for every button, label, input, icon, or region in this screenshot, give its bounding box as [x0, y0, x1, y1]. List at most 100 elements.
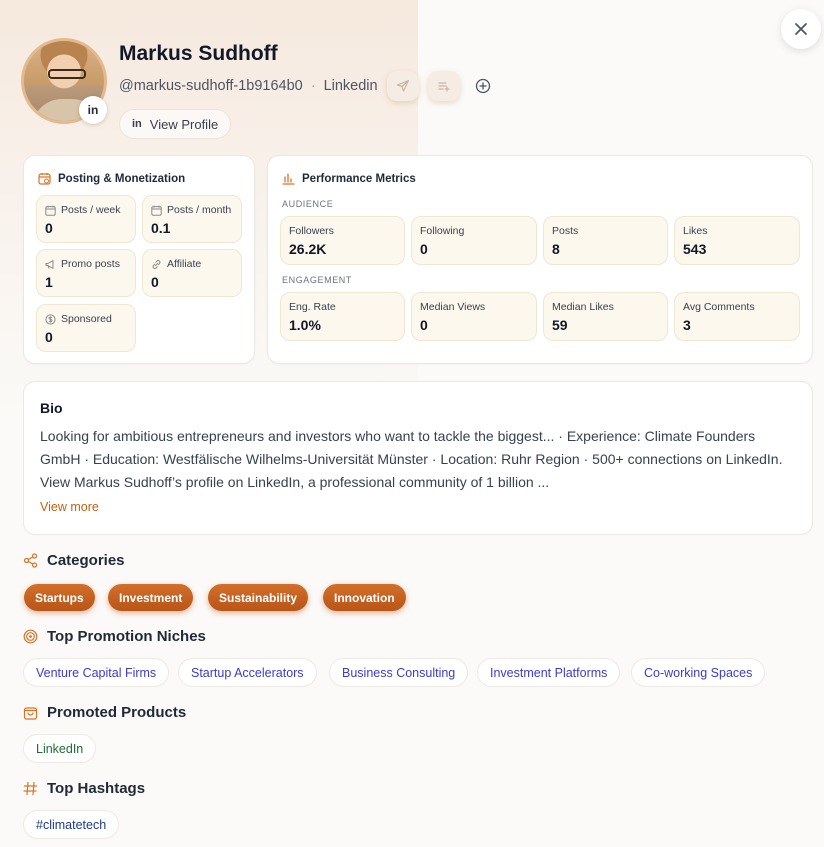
product-chip[interactable]: LinkedIn: [23, 734, 97, 763]
metric-value: 0.1: [151, 220, 171, 236]
metric-value: 1.0%: [289, 317, 321, 333]
metric-label: Median Likes: [552, 301, 614, 313]
metric-value: 0: [45, 329, 53, 345]
linkedin-icon: in: [132, 118, 142, 130]
posting-title: Posting & Monetization: [38, 172, 185, 185]
bio-text: Looking for ambitious entrepreneurs and …: [40, 428, 783, 490]
metric-value: 0: [45, 220, 53, 236]
niche-chip[interactable]: Startup Accelerators: [178, 658, 317, 687]
target-icon: [23, 629, 38, 644]
metric-label: Likes: [683, 225, 708, 237]
metric-label-text: Posts / week: [61, 204, 121, 216]
engagement-label: ENGAGEMENT: [282, 275, 353, 285]
audience-label: AUDIENCE: [282, 199, 334, 209]
separator: ·: [310, 78, 316, 94]
category-chip[interactable]: Innovation: [323, 584, 406, 611]
view-profile-label: View Profile: [149, 116, 219, 132]
linkedin-badge-icon: in: [79, 96, 107, 124]
metric-posts-month: Posts / month 0.1: [142, 195, 242, 243]
metric-label-text: Posts / month: [167, 204, 232, 216]
metric-label: Promo posts: [45, 258, 127, 270]
dollar-icon: [45, 313, 56, 325]
hashtag-chip[interactable]: #climatetech: [23, 810, 120, 839]
categories-heading: Categories: [23, 552, 125, 569]
metric-value: 0: [420, 241, 428, 257]
metric-value: 8: [552, 241, 560, 257]
metric-label-text: Promo posts: [61, 258, 120, 270]
niche-chip[interactable]: Business Consulting: [329, 658, 469, 687]
metric-promo-posts: Promo posts 1: [36, 249, 136, 297]
metric-value: 26.2K: [289, 241, 327, 257]
posting-monetization-card: Posting & Monetization Posts / week 0 Po…: [23, 155, 255, 364]
category-chip[interactable]: Investment: [108, 584, 194, 611]
category-chip[interactable]: Startups: [24, 584, 95, 611]
metric-avg-comments: Avg Comments 3: [674, 292, 800, 341]
metric-following: Following 0: [411, 216, 537, 265]
metric-label: Sponsored: [45, 313, 127, 325]
niche-chip[interactable]: Co-working Spaces: [631, 658, 766, 687]
metric-likes: Likes 543: [674, 216, 800, 265]
send-icon: [396, 79, 409, 92]
view-profile-button[interactable]: in View Profile: [119, 109, 232, 139]
share-nodes-icon: [23, 553, 38, 568]
hash-icon: [23, 781, 38, 796]
send-message-button[interactable]: [386, 71, 419, 101]
metric-sponsored: Sponsored 0: [36, 304, 136, 352]
products-heading: Promoted Products: [23, 704, 186, 721]
link-icon: [152, 259, 161, 269]
metric-label: Posts: [552, 225, 579, 237]
niche-chip[interactable]: Venture Capital Firms: [23, 658, 170, 687]
metric-affiliate: Affiliate 0: [142, 249, 242, 297]
bar-chart-icon: [282, 173, 295, 185]
niche-chip[interactable]: Investment Platforms: [477, 658, 621, 687]
metric-value: 3: [683, 317, 691, 333]
performance-title-text: Performance Metrics: [302, 172, 416, 185]
performance-metrics-card: Performance Metrics AUDIENCE Followers 2…: [267, 155, 813, 364]
categories-title: Categories: [47, 552, 125, 569]
hashtags-title: Top Hashtags: [47, 780, 146, 797]
metric-value: 1: [45, 274, 53, 290]
metric-value: 543: [683, 241, 707, 257]
metric-posts: Posts 8: [543, 216, 668, 265]
metric-label: Posts / week: [45, 204, 127, 216]
posting-title-text: Posting & Monetization: [58, 172, 186, 185]
metric-label: Following: [420, 225, 465, 237]
metric-label-text: Sponsored: [61, 313, 112, 325]
view-more-link[interactable]: View more: [40, 500, 99, 514]
plus-circle-icon: [475, 78, 490, 94]
metric-value: 0: [420, 317, 428, 333]
hashtags-heading: Top Hashtags: [23, 780, 145, 797]
metric-followers: Followers 26.2K: [280, 216, 405, 265]
metric-label-text: Affiliate: [167, 258, 202, 270]
calendar-icon: [151, 205, 162, 216]
metric-label: Median Views: [420, 301, 486, 313]
category-chip[interactable]: Sustainability: [208, 584, 309, 611]
add-to-list-button[interactable]: [427, 71, 460, 101]
metric-label: Posts / month: [151, 204, 233, 216]
profile-header: in Markus Sudhoff @markus-sudhoff-1b9164…: [21, 38, 824, 139]
shopping-bag-icon: [23, 707, 38, 720]
megaphone-icon: [45, 259, 54, 269]
metric-posts-week: Posts / week 0: [36, 195, 136, 243]
profile-handle: @markus-sudhoff-1b9164b0: [119, 78, 303, 94]
metric-label: Eng. Rate: [289, 301, 336, 313]
calendar-icon: [45, 205, 56, 216]
list-add-icon: [437, 82, 450, 92]
metric-label: Affiliate: [151, 258, 233, 270]
metric-value: 59: [552, 317, 568, 333]
metric-eng-rate: Eng. Rate 1.0%: [280, 292, 405, 341]
metric-median-views: Median Views 0: [411, 292, 537, 341]
metric-value: 0: [151, 274, 159, 290]
niches-title: Top Promotion Niches: [47, 628, 206, 645]
add-button[interactable]: [472, 75, 494, 97]
platform-label: Linkedin: [323, 78, 378, 94]
performance-title: Performance Metrics: [282, 172, 416, 185]
products-title: Promoted Products: [47, 704, 187, 721]
bio-card: Bio Looking for ambitious entrepreneurs …: [23, 381, 813, 535]
calendar-clock-icon: [38, 173, 51, 185]
close-icon: [795, 23, 807, 35]
avatar-glasses: [48, 69, 86, 79]
niches-heading: Top Promotion Niches: [23, 628, 206, 645]
bio-title: Bio: [40, 400, 63, 416]
handle-row: @markus-sudhoff-1b9164b0 · Linkedin: [119, 71, 494, 101]
